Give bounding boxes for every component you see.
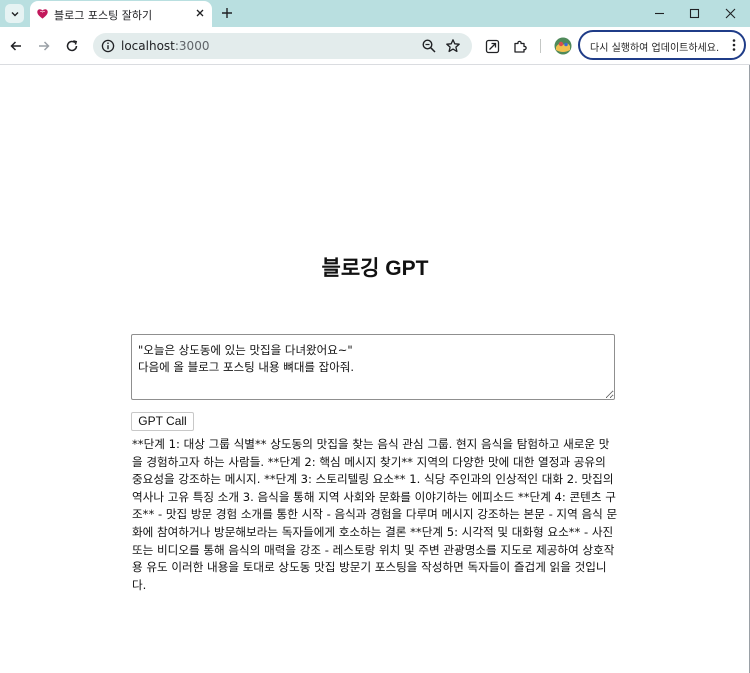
url-host: localhost — [121, 39, 175, 53]
result-text: **단계 1: 대상 그룹 식별** 상도동의 맛집을 찾는 음식 관심 그룹.… — [132, 437, 618, 592]
profile-button[interactable] — [553, 36, 573, 56]
update-button[interactable]: 다시 실행하여 업데이트하세요. — [578, 30, 746, 60]
send-icon — [485, 39, 499, 53]
address-bar[interactable]: localhost:3000 — [93, 33, 472, 59]
arrow-left-icon — [10, 41, 21, 51]
chevron-down-icon — [11, 11, 18, 16]
prompt-input[interactable]: "오늘은 상도동에 있는 맛집을 다녀왔어요~" 다음에 올 블로그 포스팅 내… — [131, 334, 615, 400]
forward-button[interactable] — [34, 36, 54, 56]
info-icon[interactable] — [101, 39, 115, 53]
url-port: :3000 — [174, 39, 210, 53]
star-icon[interactable] — [445, 38, 461, 54]
window-close-button[interactable] — [715, 2, 745, 24]
active-tab[interactable]: 블로그 포스팅 잘하기 — [30, 1, 212, 27]
toolbar: localhost:3000 다시 실행하여 업데이트하세요. — [0, 27, 750, 65]
tab-search-button[interactable] — [5, 4, 24, 23]
page-title: 블로깅 GPT — [321, 257, 429, 280]
maximize-icon — [689, 8, 699, 18]
back-button[interactable] — [6, 36, 26, 56]
minimize-button[interactable] — [644, 2, 674, 24]
heart-brain-favicon — [37, 9, 48, 19]
maximize-button[interactable] — [679, 2, 709, 24]
avatar-icon — [554, 37, 572, 55]
tab-strip: 블로그 포스팅 잘하기 — [0, 0, 750, 27]
plus-icon — [222, 8, 232, 18]
update-button-label: 다시 실행하여 업데이트하세요. — [590, 43, 720, 54]
minimize-icon — [654, 12, 664, 14]
puzzle-icon — [513, 40, 527, 53]
toolbar-divider — [540, 39, 541, 53]
arrow-right-icon — [39, 41, 50, 51]
tab-close-button[interactable] — [193, 6, 207, 20]
new-tab-button[interactable] — [218, 4, 236, 22]
gpt-call-button[interactable]: GPT Call — [131, 412, 194, 431]
close-icon — [196, 9, 204, 17]
url-text: localhost:3000 — [121, 39, 209, 53]
send-tab-button[interactable] — [482, 36, 502, 56]
tab-title: 블로그 포스팅 잘하기 — [54, 9, 153, 22]
reload-icon — [66, 40, 78, 52]
extensions-button[interactable] — [510, 36, 530, 56]
close-icon — [725, 8, 735, 18]
reload-button[interactable] — [62, 36, 82, 56]
browser-window: 블로그 포스팅 잘하기 localhost:3000 다시 실행하여 업데이트하… — [0, 0, 750, 673]
kebab-icon — [732, 39, 736, 51]
zoom-icon[interactable] — [421, 38, 437, 54]
